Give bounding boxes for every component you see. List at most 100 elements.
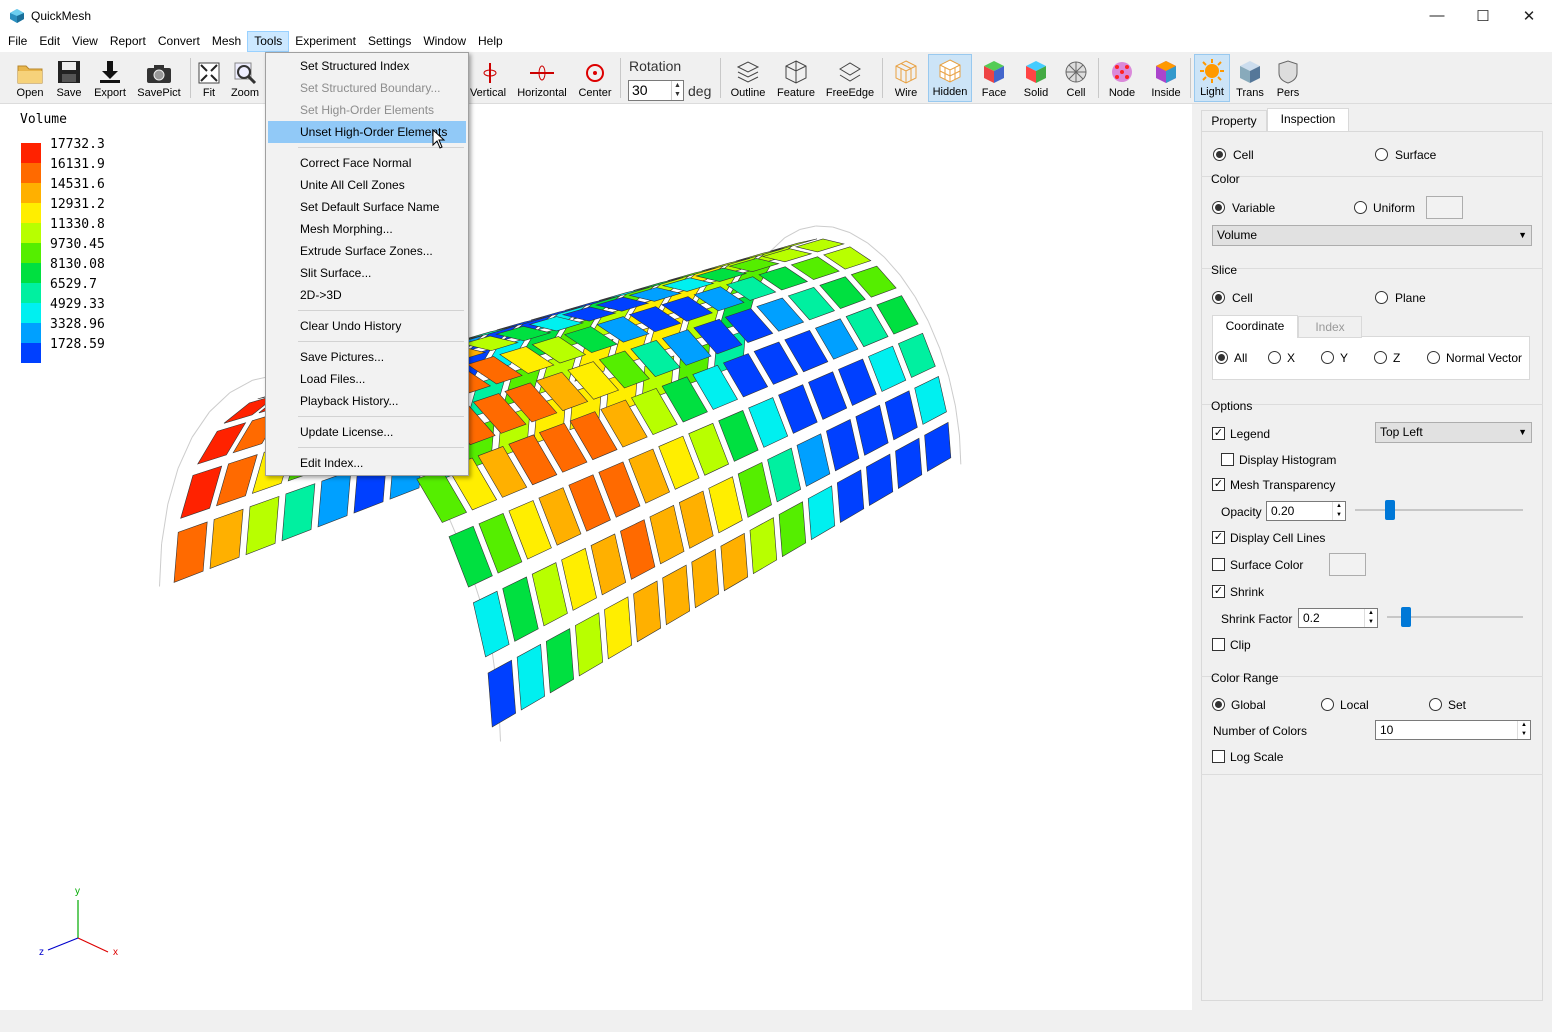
light-button[interactable]: Light <box>1194 54 1230 102</box>
subtab-index[interactable]: Index <box>1298 316 1362 338</box>
menu-item-slit-surface[interactable]: Slit Surface... <box>268 262 466 284</box>
vertical-rotate-button[interactable]: Vertical <box>466 54 510 102</box>
hidden-cube-icon <box>939 59 961 83</box>
legend-position-select[interactable]: Top Left ▼ <box>1375 422 1532 443</box>
global-range-radio[interactable] <box>1212 698 1225 711</box>
opacity-slider-thumb[interactable] <box>1385 500 1395 520</box>
menu-item-set-default-surface-name[interactable]: Set Default Surface Name <box>268 196 466 218</box>
display-histogram-checkbox[interactable] <box>1221 453 1234 466</box>
display-cell-lines-checkbox[interactable]: ✓ <box>1212 531 1225 544</box>
inside-button[interactable]: Inside <box>1146 54 1186 102</box>
fit-button[interactable]: Fit <box>194 54 224 102</box>
menu-item-save-pictures[interactable]: Save Pictures... <box>268 346 466 368</box>
cell-button[interactable]: Cell <box>1058 54 1094 102</box>
surface-radio[interactable] <box>1375 148 1388 161</box>
3d-viewport[interactable]: Volume 17732.3 16131.9 14531.6 12931.2 11330… <box>0 104 1192 1010</box>
rotation-angle-input[interactable]: 30 ▲ ▼ <box>628 80 684 101</box>
menu-item-unite-all-cell-zones[interactable]: Unite All Cell Zones <box>268 174 466 196</box>
menu-item-update-license[interactable]: Update License... <box>268 421 466 443</box>
menu-settings[interactable]: Settings <box>362 31 417 52</box>
surface-color-checkbox[interactable] <box>1212 558 1225 571</box>
trans-button[interactable]: Trans <box>1232 54 1268 102</box>
menu-item-playback-history[interactable]: Playback History... <box>268 390 466 412</box>
uniform-color-button[interactable] <box>1426 196 1463 219</box>
menu-item-set-structured-boundary[interactable]: Set Structured Boundary... <box>268 77 466 99</box>
menu-view[interactable]: View <box>66 31 104 52</box>
shrink-factor-spinner[interactable]: ▲ ▼ <box>1364 609 1377 627</box>
face-button[interactable]: Face <box>976 54 1012 102</box>
export-button[interactable]: Export <box>90 54 130 102</box>
wire-button[interactable]: Wire <box>888 54 924 102</box>
tab-inspection[interactable]: Inspection <box>1267 108 1349 132</box>
set-range-radio[interactable] <box>1429 698 1442 711</box>
menu-edit[interactable]: Edit <box>33 31 66 52</box>
menu-experiment[interactable]: Experiment <box>289 31 362 52</box>
number-of-colors-spinner[interactable]: ▲ ▼ <box>1517 721 1530 739</box>
legend-checkbox[interactable]: ✓ <box>1212 427 1225 440</box>
hidden-button[interactable]: Hidden <box>928 54 972 102</box>
menu-window[interactable]: Window <box>417 31 472 52</box>
zoom-button[interactable]: Zoom <box>228 54 262 102</box>
number-of-colors-input[interactable]: 10 ▲ ▼ <box>1375 720 1531 740</box>
close-button[interactable]: ✕ <box>1506 0 1552 31</box>
opacity-spinner[interactable]: ▲ ▼ <box>1332 502 1345 520</box>
shrink-factor-input[interactable]: 0.2 ▲ ▼ <box>1298 608 1378 628</box>
coord-y-radio[interactable] <box>1321 351 1334 364</box>
menu-tools[interactable]: Tools <box>247 31 290 52</box>
variable-radio[interactable] <box>1212 201 1225 214</box>
slice-cell-radio[interactable] <box>1212 291 1225 304</box>
node-button[interactable]: Node <box>1104 54 1140 102</box>
savepict-label: SavePict <box>137 87 181 99</box>
subtab-coordinate[interactable]: Coordinate <box>1212 315 1298 338</box>
maximize-button[interactable]: ☐ <box>1460 0 1506 31</box>
menu-help[interactable]: Help <box>472 31 509 52</box>
mesh-transparency-checkbox[interactable]: ✓ <box>1212 478 1225 491</box>
menu-item-extrude-surface-zones[interactable]: Extrude Surface Zones... <box>268 240 466 262</box>
opacity-slider-track[interactable] <box>1355 509 1523 511</box>
variable-select[interactable]: Volume ▼ <box>1212 225 1532 246</box>
save-button[interactable]: Save <box>52 54 86 102</box>
cell-radio[interactable] <box>1213 148 1226 161</box>
solid-button[interactable]: Solid <box>1018 54 1054 102</box>
cube-edges-icon <box>785 60 807 84</box>
pers-button[interactable]: Pers <box>1270 54 1306 102</box>
mesh-render[interactable] <box>0 104 1192 1010</box>
coord-all-radio[interactable] <box>1215 351 1228 364</box>
menu-item-2d-3d[interactable]: 2D->3D <box>268 284 466 306</box>
local-range-radio[interactable] <box>1321 698 1334 711</box>
savepict-button[interactable]: SavePict <box>134 54 184 102</box>
menu-convert[interactable]: Convert <box>152 31 206 52</box>
coord-z-radio[interactable] <box>1374 351 1387 364</box>
clip-checkbox[interactable] <box>1212 638 1225 651</box>
horizontal-rotate-button[interactable]: Horizontal <box>514 54 570 102</box>
menu-item-set-high-order-elements[interactable]: Set High-Order Elements <box>268 99 466 121</box>
menu-item-mesh-morphing[interactable]: Mesh Morphing... <box>268 218 466 240</box>
perspective-shield-icon <box>1278 60 1298 84</box>
mouse-cursor-icon <box>432 129 446 149</box>
coord-x-radio[interactable] <box>1268 351 1281 364</box>
shrink-checkbox[interactable]: ✓ <box>1212 585 1225 598</box>
menu-file[interactable]: File <box>2 31 33 52</box>
menu-item-load-files[interactable]: Load Files... <box>268 368 466 390</box>
feature-button[interactable]: Feature <box>774 54 818 102</box>
minimize-button[interactable]: — <box>1414 0 1460 31</box>
menu-item-clear-undo-history[interactable]: Clear Undo History <box>268 315 466 337</box>
menu-item-correct-face-normal[interactable]: Correct Face Normal <box>268 152 466 174</box>
open-button[interactable]: Open <box>10 54 50 102</box>
opacity-input[interactable]: 0.20 ▲ ▼ <box>1266 501 1346 521</box>
menu-report[interactable]: Report <box>104 31 152 52</box>
coord-normal-radio[interactable] <box>1427 351 1440 364</box>
rotation-spinner[interactable]: ▲ ▼ <box>671 81 683 100</box>
uniform-radio[interactable] <box>1354 201 1367 214</box>
menu-mesh[interactable]: Mesh <box>206 31 247 52</box>
log-scale-checkbox[interactable] <box>1212 750 1225 763</box>
menu-item-edit-index[interactable]: Edit Index... <box>268 452 466 474</box>
slice-plane-radio[interactable] <box>1375 291 1388 304</box>
surface-color-button[interactable] <box>1329 553 1366 576</box>
center-button[interactable]: Center <box>574 54 616 102</box>
tab-property[interactable]: Property <box>1201 110 1267 132</box>
freeedge-button[interactable]: FreeEdge <box>822 54 878 102</box>
menu-item-set-structured-index[interactable]: Set Structured Index <box>268 55 466 77</box>
outline-button[interactable]: Outline <box>726 54 770 102</box>
shrink-slider-thumb[interactable] <box>1401 607 1411 627</box>
